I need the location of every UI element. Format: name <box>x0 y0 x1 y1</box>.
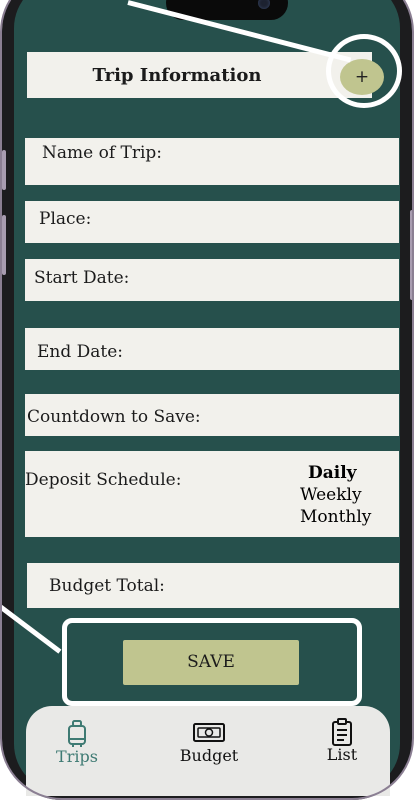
place-label: Place: <box>39 209 92 229</box>
deposit-options: Daily Weekly Monthly <box>300 462 371 528</box>
tab-list[interactable]: List <box>322 718 362 763</box>
budget-total-field[interactable]: Budget Total: <box>27 563 399 608</box>
tab-trips[interactable]: Trips <box>54 720 100 765</box>
tab-list-label: List <box>326 745 358 764</box>
trip-name-label: Name of Trip: <box>42 143 163 163</box>
side-button <box>2 215 6 275</box>
tab-trips-label: Trips <box>56 747 98 766</box>
end-date-label: End Date: <box>37 342 124 362</box>
header-card: Trip Information <box>27 52 372 98</box>
side-button <box>2 150 6 190</box>
place-field[interactable]: Place: <box>25 201 399 243</box>
side-button <box>410 210 414 300</box>
budget-total-label: Budget Total: <box>49 576 165 596</box>
countdown-field[interactable]: Countdown to Save: <box>25 394 399 436</box>
option-monthly[interactable]: Monthly <box>300 506 371 528</box>
start-date-label: Start Date: <box>34 268 130 288</box>
tab-budget-label: Budget <box>179 746 239 765</box>
camera-icon <box>258 0 270 9</box>
tab-budget[interactable]: Budget <box>174 722 244 764</box>
highlight-circle <box>326 34 402 108</box>
trip-name-field[interactable]: Name of Trip: <box>25 138 399 185</box>
option-weekly[interactable]: Weekly <box>300 484 371 506</box>
deposit-schedule-label: Deposit Schedule: <box>25 470 182 490</box>
end-date-field[interactable]: End Date: <box>25 328 399 370</box>
luggage-icon <box>68 720 86 747</box>
start-date-field[interactable]: Start Date: <box>25 259 399 301</box>
highlight-box <box>62 618 362 706</box>
countdown-label: Countdown to Save: <box>27 407 201 427</box>
money-icon <box>193 723 225 742</box>
option-daily[interactable]: Daily <box>308 462 371 484</box>
tab-bar: Trips Budget List <box>26 706 390 796</box>
page-title: Trip Information <box>92 65 262 86</box>
clipboard-icon <box>332 718 352 746</box>
